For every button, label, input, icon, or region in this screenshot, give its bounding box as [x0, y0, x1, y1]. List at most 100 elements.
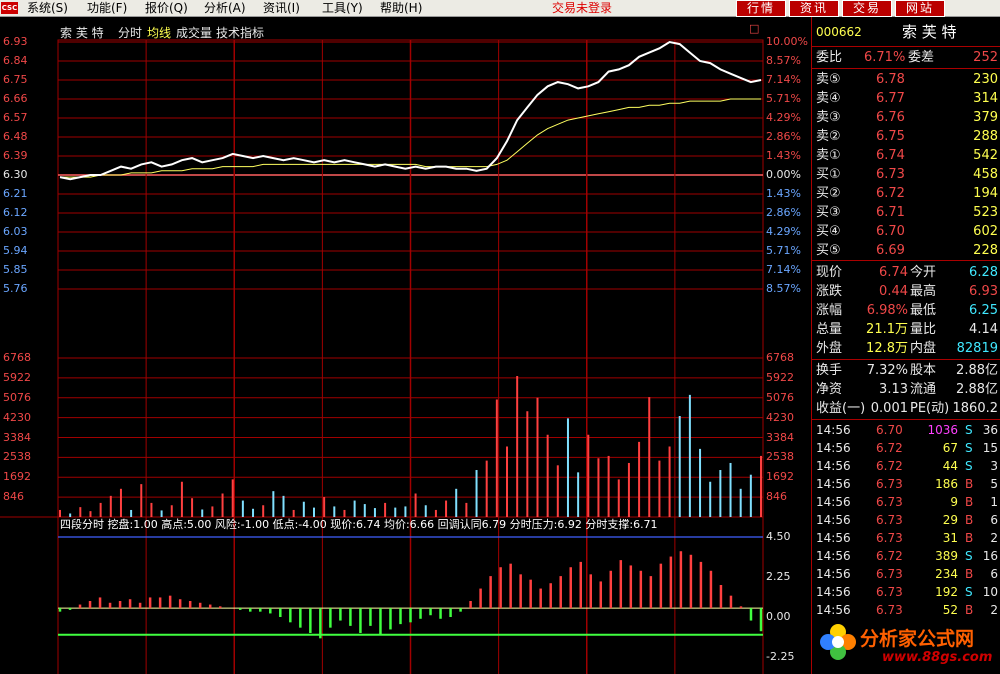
finance-value: 2.88亿: [956, 363, 998, 378]
tick-count: 5: [990, 477, 998, 491]
tick-volume: 389: [935, 549, 958, 563]
tick-count: 6: [990, 513, 998, 527]
quote-label: 涨跌: [816, 284, 843, 299]
indicator-header: 四段分时 挖盘:1.00 高点:5.00 风险:-1.00 低点:-4.00 现…: [60, 518, 658, 532]
menu-analysis[interactable]: 分析(A): [204, 0, 246, 16]
tick-count: 2: [990, 531, 998, 545]
percent-tick-label: 1.43%: [766, 149, 801, 162]
volume-tick-label: 2538: [766, 450, 794, 464]
tick-row: 14:56 6.73 186 B 5: [812, 475, 1000, 493]
price-tick-label: 5.85: [3, 263, 28, 276]
weicha-value: 252: [973, 50, 998, 65]
flower-logo-icon: [820, 624, 856, 660]
finance-value: 7.32%: [866, 363, 908, 378]
bid-label: 买③: [816, 205, 841, 220]
percent-tick-label: 8.57%: [766, 54, 801, 67]
indicator-value: 低点:-4.00: [272, 518, 327, 531]
price-tick-label: 6.30: [3, 168, 28, 181]
intraday-chart-area[interactable]: 索 芙 特 分时 均线 成交量 技术指标 □ 6.93 10.00% 6.84 8.5…: [0, 17, 811, 674]
button-market[interactable]: 行情: [736, 0, 786, 17]
quote-row: 外盘 12.8万 内盘 82819: [812, 339, 1000, 358]
ask-volume: 542: [973, 148, 998, 163]
tab-indicators[interactable]: 技术指标: [216, 27, 264, 39]
webi-row: 委比 6.71% 委差 252: [812, 48, 1000, 67]
tick-price: 6.72: [876, 441, 903, 455]
finance-value: 1860.2: [952, 401, 999, 416]
chart-corner-box-icon[interactable]: □: [749, 23, 759, 35]
login-status[interactable]: 交易未登录: [552, 0, 612, 16]
ask-price: 6.77: [876, 91, 905, 106]
volume-tick-label: 5922: [3, 370, 31, 384]
finance-row: 净资 3.13 流通 2.88亿: [812, 380, 1000, 399]
bid-volume: 194: [973, 186, 998, 201]
price-tick-label: 6.84: [3, 54, 28, 67]
tick-price: 6.73: [876, 531, 903, 545]
tick-side: B: [965, 531, 974, 545]
percent-tick-label: 5.71%: [766, 244, 801, 257]
menu-help[interactable]: 帮助(H): [380, 0, 422, 16]
tick-row: 14:56 6.72 44 S 3: [812, 457, 1000, 475]
menu-function[interactable]: 功能(F): [87, 0, 127, 16]
volume-tick-label: 6768: [766, 351, 794, 364]
indicator-value: 挖盘:1.00: [107, 518, 158, 531]
finance-row: 换手 7.32% 股本 2.88亿: [812, 361, 1000, 380]
tick-row: 14:56 6.72 67 S 15: [812, 439, 1000, 457]
tick-price: 6.73: [876, 567, 903, 581]
tick-count: 6: [990, 567, 998, 581]
menu-tools[interactable]: 工具(Y): [322, 0, 363, 16]
button-news[interactable]: 资讯: [789, 0, 839, 17]
ask-price: 6.78: [876, 72, 905, 87]
price-tick-label: 6.66: [3, 92, 28, 105]
percent-tick-label: 0.00%: [766, 168, 801, 181]
price-tick-label: 6.12: [3, 206, 28, 219]
price-tick-label: 6.39: [3, 149, 28, 162]
quote-label: 外盘: [816, 341, 843, 356]
finance-value: 2.88亿: [956, 382, 998, 397]
tick-time: 14:56: [816, 585, 851, 599]
menu-info[interactable]: 资讯(I): [263, 0, 300, 16]
bid-label: 买②: [816, 186, 841, 201]
indicator-tick-label: -2.25: [766, 650, 795, 663]
tick-row: 14:56 6.73 29 B 6: [812, 511, 1000, 529]
tab-volume[interactable]: 成交量: [176, 27, 212, 39]
webi-label: 委比: [816, 50, 843, 65]
menu-quote[interactable]: 报价(Q): [145, 0, 188, 16]
ask-volume: 230: [973, 72, 998, 87]
tick-volume: 31: [942, 531, 958, 545]
bid-price: 6.70: [876, 224, 905, 239]
price-tick-label: 6.93: [3, 35, 28, 48]
menu-system[interactable]: 系统(S): [27, 0, 68, 16]
tick-row: 14:56 6.73 9 B 1: [812, 493, 1000, 511]
button-website[interactable]: 网站: [895, 0, 945, 17]
tab-timeshare[interactable]: 分时: [118, 27, 142, 39]
ask-label: 卖③: [816, 110, 841, 125]
tick-row: 14:56 6.72 389 S 16: [812, 547, 1000, 565]
intraday-chart[interactable]: [0, 17, 811, 674]
tick-side: S: [965, 549, 973, 563]
volume-tick-label: 1692: [766, 470, 794, 484]
stock-name: 索 芙 特: [902, 23, 957, 41]
indicator-value: 高点:5.00: [161, 518, 212, 531]
ask-volume: 379: [973, 110, 998, 125]
quote-label: 最高: [910, 284, 937, 299]
button-trade[interactable]: 交易: [842, 0, 892, 17]
quote-label: 最低: [910, 303, 937, 318]
bid-price: 6.72: [876, 186, 905, 201]
volume-tick-label: 846: [3, 490, 24, 504]
tab-average[interactable]: 均线: [147, 27, 171, 39]
quote-value: 6.98%: [866, 303, 908, 318]
tick-volume: 186: [935, 477, 958, 491]
indicator-tick-label: 2.25: [766, 570, 791, 583]
indicator-tick-label: 0.00: [766, 610, 791, 623]
tick-volume: 234: [935, 567, 958, 581]
quote-value: 6.93: [969, 284, 998, 299]
price-tick-label: 5.76: [3, 282, 28, 295]
watermark-url: www.88gs.com: [882, 650, 993, 665]
percent-tick-label: 1.43%: [766, 187, 801, 200]
app-logo-icon: CSC: [1, 2, 18, 14]
tick-price: 6.73: [876, 477, 903, 491]
finance-value: 0.001: [870, 401, 908, 416]
volume-tick-label: 3384: [766, 430, 794, 444]
bid-label: 买⑤: [816, 243, 841, 258]
volume-tick-label: 3384: [3, 430, 31, 444]
